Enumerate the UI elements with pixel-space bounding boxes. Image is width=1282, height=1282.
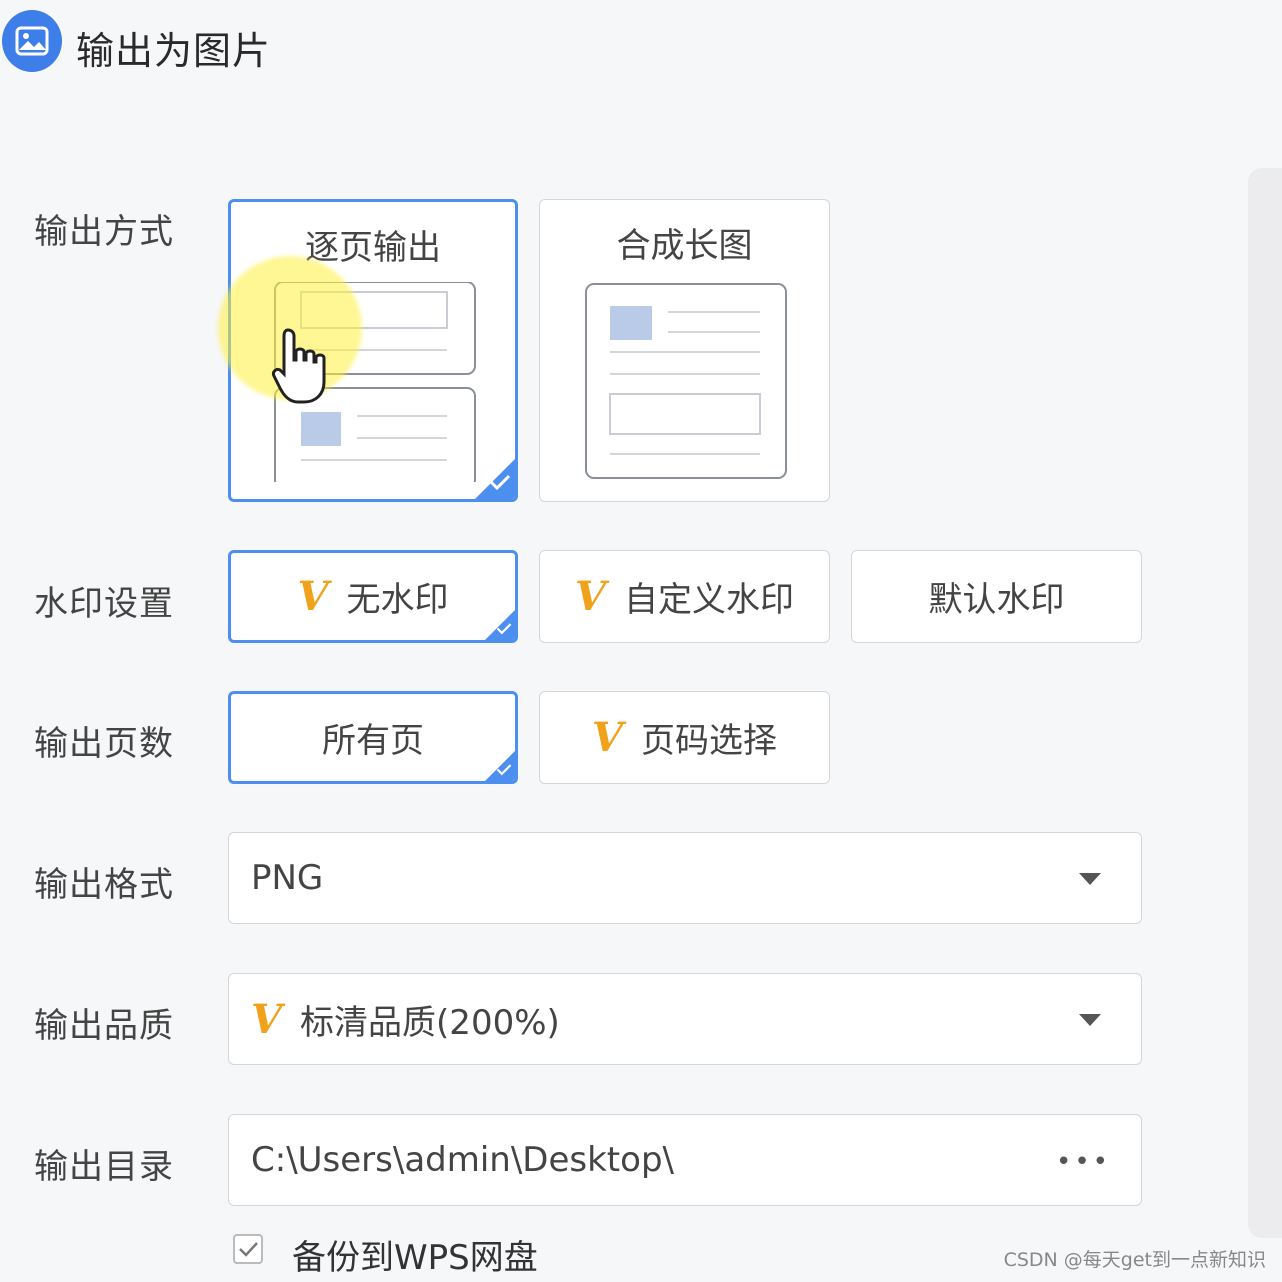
chevron-down-icon [1079,873,1101,885]
option-no-watermark[interactable]: V 无水印 [228,550,518,643]
vip-badge-icon: V [574,573,607,620]
option-page-range-label: 页码选择 [641,721,778,761]
directory-field-value: C:\Users\admin\Desktop\ [251,1140,674,1180]
option-long-image-label: 合成长图 [616,226,753,266]
check-icon [239,1242,258,1257]
option-long-image[interactable]: 合成长图 [539,199,830,502]
option-page-range[interactable]: V 页码选择 [539,691,830,784]
backup-checkbox[interactable] [233,1234,263,1264]
selected-check-icon [485,751,515,781]
vip-badge-icon: V [297,573,329,620]
directory-label: 输出目录 [34,1147,174,1187]
option-default-watermark[interactable]: 默认水印 [851,550,1142,643]
option-no-watermark-label: 无水印 [346,580,449,620]
browse-more-icon[interactable]: ••• [1056,1147,1111,1177]
pages-label: 输出页数 [34,724,174,764]
quality-select[interactable]: V 标清品质(200%) [228,973,1142,1065]
chevron-down-icon [1079,1014,1101,1026]
scrollbar[interactable] [1248,168,1282,1238]
format-label: 输出格式 [34,865,174,905]
option-custom-watermark[interactable]: V 自定义水印 [539,550,830,643]
option-custom-watermark-label: 自定义水印 [624,580,795,620]
quality-select-value: 标清品质(200%) [300,1002,560,1043]
vip-badge-icon: V [251,995,283,1043]
csdn-watermark: CSDN @每天get到一点新知识 [1003,1249,1266,1271]
selected-check-icon [485,610,515,640]
quality-label: 输出品质 [34,1006,174,1046]
hand-cursor-icon [272,328,326,404]
option-all-pages[interactable]: 所有页 [228,691,518,784]
option-all-pages-label: 所有页 [322,721,424,761]
output-mode-label: 输出方式 [34,212,174,252]
long-image-illustration [585,283,787,479]
selected-check-icon [475,459,515,499]
backup-label[interactable]: 备份到WPS网盘 [292,1230,538,1279]
vip-badge-icon: V [591,714,624,761]
directory-field[interactable]: C:\Users\admin\Desktop\ ••• [228,1114,1142,1206]
format-select[interactable]: PNG [228,832,1142,924]
dialog-title: 输出为图片 [76,29,272,73]
option-default-watermark-label: 默认水印 [928,580,1065,620]
format-select-value: PNG [251,858,324,898]
watermark-label: 水印设置 [34,584,174,624]
image-icon [2,10,62,72]
